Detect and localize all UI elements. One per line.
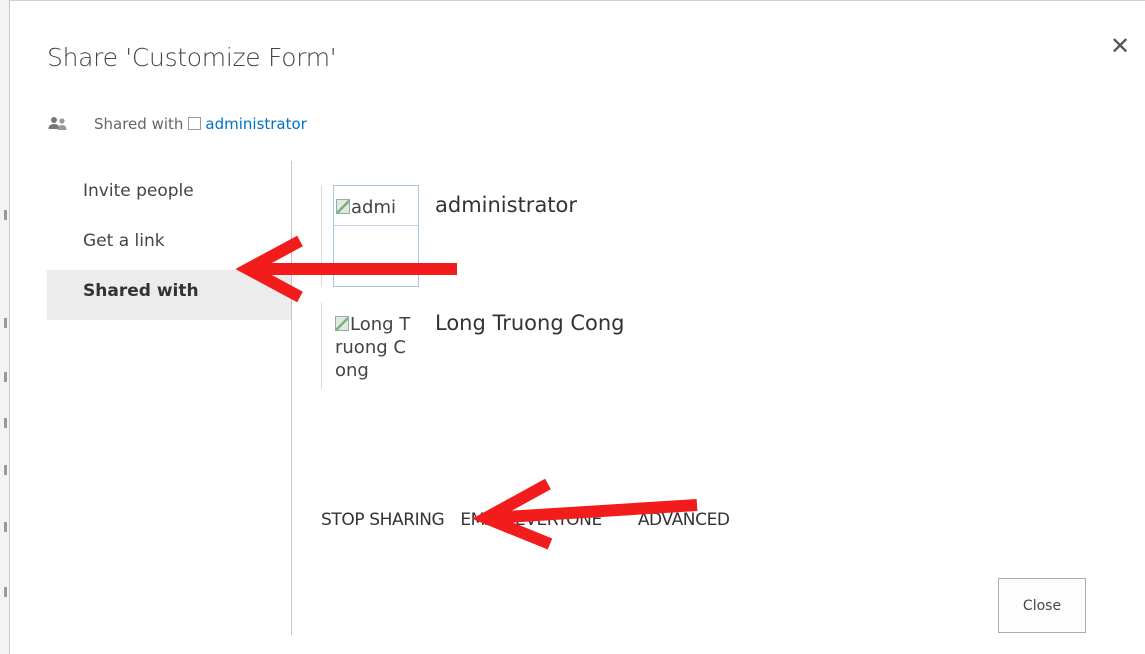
checkbox-icon[interactable] [188,116,202,130]
close-icon[interactable]: ✕ [1107,33,1133,59]
nav-item-get-a-link[interactable]: Get a link [47,220,292,270]
shared-with-summary: Shared with administrator [48,113,307,135]
share-nav: Invite people Get a link Shared with [47,170,292,320]
avatar-alt-text: admi [351,197,396,218]
avatar-divider [333,225,419,226]
close-button[interactable]: Close [998,578,1086,633]
person-entry: admi administrator [321,185,721,293]
shared-with-label: Shared with [94,115,184,133]
people-icon [48,117,67,130]
avatar-image: Long Truong Cong [333,303,419,389]
nav-item-invite-people[interactable]: Invite people [47,170,292,220]
share-actions: STOP SHARING EMAIL EVERYONE ADVANCED [321,510,730,534]
person-name[interactable]: Long Truong Cong [435,311,625,335]
person-name[interactable]: administrator [435,193,577,217]
avatar-image: admi [333,185,419,287]
dialog-title: Share 'Customize Form' [47,43,337,72]
avatar: admi [321,185,419,287]
broken-image-icon [336,199,350,214]
background-page-edge [0,0,10,654]
avatar: Long Truong Cong [321,303,418,389]
stop-sharing-link[interactable]: STOP SHARING [321,510,445,534]
share-dialog: Share 'Customize Form' ✕ Shared with adm… [10,0,1145,654]
page: Share 'Customize Form' ✕ Shared with adm… [0,0,1145,654]
nav-divider [291,161,292,635]
shared-user-link[interactable]: administrator [205,115,306,133]
nav-item-shared-with[interactable]: Shared with [47,270,292,320]
email-everyone-link[interactable]: EMAIL EVERYONE [460,510,602,534]
broken-image-icon [335,316,349,331]
advanced-link[interactable]: ADVANCED [638,510,730,534]
person-entry: Long Truong Cong Long Truong Cong [321,303,721,411]
